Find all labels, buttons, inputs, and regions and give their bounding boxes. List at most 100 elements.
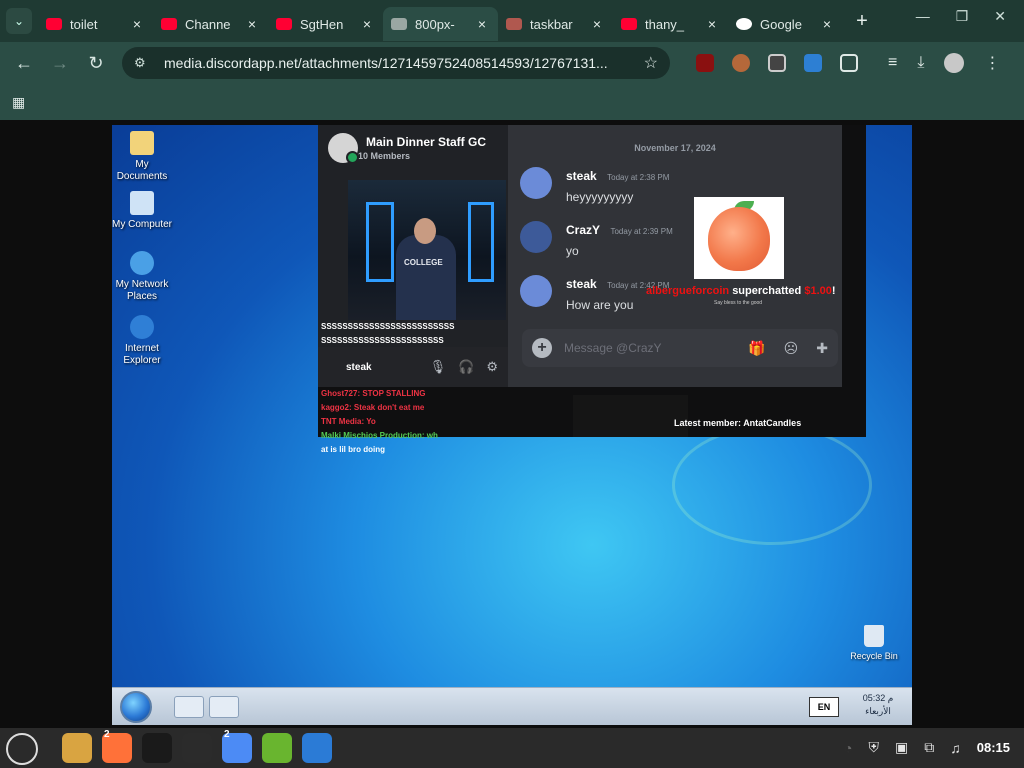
text-editor-icon[interactable] (302, 733, 332, 763)
network-icon[interactable]: ⧉ (924, 739, 934, 756)
firefox-icon[interactable]: 2 (102, 729, 132, 763)
apps-icon[interactable]: ✚ (816, 340, 828, 357)
attach-plus-icon[interactable]: + (532, 338, 552, 358)
browser-tab[interactable]: thany_ × (613, 7, 728, 41)
message: CrazY Today at 2:39 PM yo (520, 221, 673, 258)
reload-icon[interactable]: ↻ (78, 53, 114, 74)
panel-clock[interactable]: 08:15 (977, 740, 1010, 755)
stream-chat-line: Ghost727: STOP STALLING (321, 389, 426, 398)
show-desktop-button[interactable] (174, 696, 204, 718)
message-input[interactable] (564, 341, 749, 355)
led-frame (468, 202, 494, 282)
desktop-icon-my-documents[interactable]: My Documents (112, 131, 174, 183)
chrome-icon[interactable]: 2 (222, 729, 252, 763)
user-avatar[interactable] (520, 275, 552, 307)
tab-close-icon[interactable]: × (129, 16, 145, 32)
site-info-icon[interactable]: ⚙ (134, 55, 152, 71)
message-author[interactable]: steak (566, 277, 597, 291)
latest-member: Latest member: AntatCandles (674, 418, 802, 428)
message-timestamp: Today at 2:38 PM (607, 173, 670, 182)
peach-image (694, 197, 784, 279)
message-author[interactable]: CrazY (566, 223, 600, 237)
tab-favicon-icon (276, 18, 292, 30)
browser-tab[interactable]: 800px- × (383, 7, 498, 41)
microphone-icon[interactable]: 🎙 (430, 359, 447, 375)
xp-desktop: My Documents My Computer My Network Plac… (112, 125, 912, 725)
tab-close-icon[interactable]: × (589, 16, 605, 32)
member-count: 10 Members (358, 151, 411, 161)
ie-quicklaunch-button[interactable] (209, 696, 239, 718)
user-avatar[interactable] (520, 167, 552, 199)
tab-close-icon[interactable]: × (359, 16, 375, 32)
tab-close-icon[interactable]: × (474, 16, 490, 32)
tab-search-button[interactable]: ⌄ (6, 8, 32, 34)
forward-icon[interactable]: → (42, 53, 78, 74)
sound-icon[interactable]: ♫ (950, 740, 961, 756)
ublock-icon[interactable] (696, 54, 714, 72)
group-header[interactable]: Main Dinner Staff GC 10 Members (328, 133, 487, 164)
desktop-icon-recycle-bin[interactable]: Recycle Bin (844, 625, 904, 661)
group-name: Main Dinner Staff GC (366, 135, 487, 149)
internet-explorer-icon (130, 315, 154, 339)
desktop-icon-my-computer[interactable]: My Computer (112, 191, 174, 231)
extension-arrow-icon[interactable] (804, 54, 822, 72)
gift-icon[interactable]: 🎁 (748, 340, 765, 357)
apps-grid-icon[interactable]: ▦ (12, 94, 25, 111)
stream-chat-line: at is lil bro doing (321, 445, 385, 454)
url-text: media.discordapp.net/attachments/1271459… (164, 55, 608, 71)
browser-tab[interactable]: Google × (728, 7, 843, 41)
wallpaper-swirl (672, 425, 872, 545)
headphones-icon[interactable]: 🎧 (458, 359, 474, 375)
message-timestamp: Today at 2:39 PM (610, 227, 673, 236)
user-avatar[interactable] (520, 221, 552, 253)
close-window-icon[interactable]: ✕ (994, 8, 1006, 25)
clipboard-icon[interactable]: ▣ (895, 739, 908, 756)
tab-close-icon[interactable]: × (244, 16, 260, 32)
desktop-icon-label: Internet Explorer (123, 343, 161, 366)
calculator-icon[interactable] (262, 733, 292, 763)
desktop-icon-label: My Network Places (115, 279, 169, 302)
browser-tab[interactable]: SgtHen × (268, 7, 383, 41)
desktop-icon-internet-explorer[interactable]: Internet Explorer (112, 315, 174, 367)
bookmark-star-icon[interactable]: ☆ (644, 53, 658, 73)
group-avatar (328, 133, 359, 164)
tab-close-icon[interactable]: × (704, 16, 720, 32)
shield-icon[interactable]: ⛨ (869, 739, 880, 756)
led-frame (366, 202, 394, 282)
stream-chat-line: Malki Mischios Production: wh (321, 431, 438, 440)
message-author[interactable]: steak (566, 169, 597, 183)
language-indicator[interactable]: EN (809, 697, 839, 717)
desktop-icon-my-network-places[interactable]: My Network Places (112, 251, 174, 303)
tab-favicon-icon (621, 18, 637, 30)
terminal-icon[interactable] (142, 733, 172, 763)
emoji-icon[interactable]: ☹ (784, 340, 799, 357)
profile-avatar[interactable] (944, 53, 965, 73)
mint-menu-icon[interactable] (6, 733, 38, 765)
extension-s-icon[interactable] (768, 54, 786, 72)
back-icon[interactable]: ← (6, 53, 42, 74)
menu-icon[interactable]: ⋮ (984, 53, 1000, 73)
new-tab-button[interactable]: + (847, 10, 877, 33)
window-count-badge: 2 (224, 729, 230, 740)
puzzle-icon[interactable] (840, 54, 858, 72)
minimize-icon[interactable]: — (916, 8, 930, 25)
browser-tab[interactable]: Channe × (153, 7, 268, 41)
browser-tab[interactable]: toilet × (38, 7, 153, 41)
start-orb-icon[interactable] (120, 691, 152, 723)
settings-gear-icon[interactable]: ⚙ (486, 359, 498, 375)
media-control-icon[interactable]: ≡ (888, 54, 897, 72)
update-icon[interactable]: ◔ (844, 740, 852, 756)
obs-icon[interactable] (182, 733, 212, 763)
address-bar[interactable]: ⚙ media.discordapp.net/attachments/12714… (122, 47, 670, 79)
peach-icon (708, 207, 770, 271)
restore-icon[interactable]: ❐ (956, 8, 969, 25)
tab-title: taskbar (530, 16, 573, 32)
message: steak Today at 2:38 PM heyyyyyyyyy (520, 167, 669, 204)
xp-clock[interactable]: 05:32 م الأربعاء (852, 692, 904, 718)
browser-tab[interactable]: taskbar × (498, 7, 613, 41)
tab-close-icon[interactable]: × (819, 16, 835, 32)
files-icon[interactable] (62, 733, 92, 763)
cookie-icon[interactable] (732, 54, 750, 72)
folder-icon (130, 131, 154, 155)
download-icon[interactable]: ⤓ (917, 54, 924, 72)
